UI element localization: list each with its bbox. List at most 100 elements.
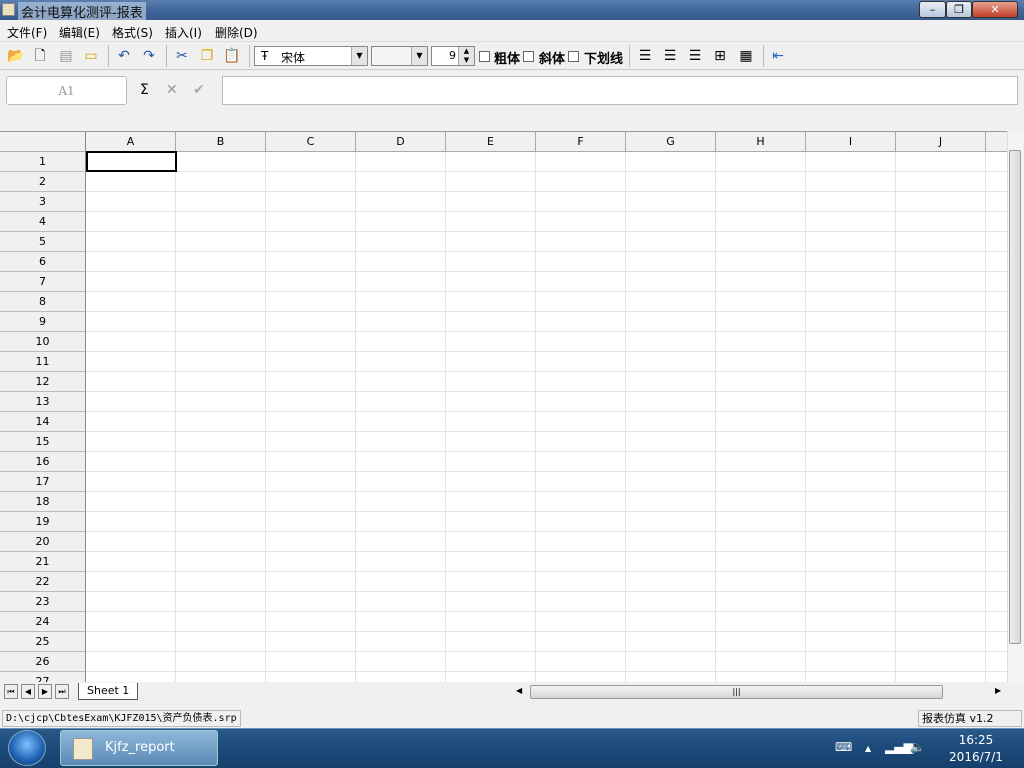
row-header-10[interactable]: 10 [0,332,86,352]
row-header-12[interactable]: 12 [0,372,86,392]
row-header-23[interactable]: 23 [0,592,86,612]
column-header-G[interactable]: G [626,132,716,152]
menu-file[interactable]: 文件(F) [7,24,47,41]
align-right-icon[interactable]: ☰ [686,47,704,65]
grid-line [86,291,1007,292]
bold-checkbox[interactable] [479,51,490,62]
keyboard-icon[interactable]: ⌨ [835,740,852,754]
volume-icon[interactable]: 🔈 [910,740,925,754]
row-header-25[interactable]: 25 [0,632,86,652]
prev-sheet-icon[interactable]: ◀ [21,684,35,699]
column-header-partial[interactable] [986,132,1007,152]
row-header-11[interactable]: 11 [0,352,86,372]
paste-icon[interactable]: 📋 [223,47,241,65]
menu-edit[interactable]: 编辑(E) [59,24,100,41]
row-header-24[interactable]: 24 [0,612,86,632]
row-header-4[interactable]: 4 [0,212,86,232]
minimize-button[interactable]: – [919,1,946,18]
column-header-B[interactable]: B [176,132,266,152]
column-header-C[interactable]: C [266,132,356,152]
last-sheet-icon[interactable]: ⏭ [55,684,69,699]
row-header-21[interactable]: 21 [0,552,86,572]
redo-icon[interactable]: ↷ [140,47,158,65]
folder-icon[interactable]: ▭ [82,47,100,65]
row-header-27[interactable]: 27 [0,672,86,682]
clock[interactable]: 16:25 2016/7/1 [936,732,1016,766]
vertical-scroll-thumb[interactable] [1009,150,1021,644]
menu-delete[interactable]: 删除(D) [215,24,258,41]
row-header-8[interactable]: 8 [0,292,86,312]
row-header-9[interactable]: 9 [0,312,86,332]
row-header-3[interactable]: 3 [0,192,86,212]
chevron-down-icon[interactable]: ▼ [351,47,367,65]
column-header-D[interactable]: D [356,132,446,152]
sheet-tab[interactable]: Sheet 1 [78,683,139,700]
font-name-select[interactable]: Ŧ 宋体 ▼ [254,46,368,66]
spreadsheet-grid[interactable]: ABCDEFGHIJ 1 2 3 4 5 6 7 8 9 10 11 12 13 14 15 16 17 18 19… [0,131,1007,682]
start-button[interactable] [8,730,46,766]
close-button[interactable]: ✕ [972,1,1018,18]
grid-line [86,671,1007,672]
column-header-A[interactable]: A [86,132,176,152]
taskbar-app-button[interactable]: Kjfz_report [60,730,218,766]
grid-line [86,411,1007,412]
column-header-F[interactable]: F [536,132,626,152]
font-size-stepper[interactable]: 9 ▲ ▼ [431,46,475,66]
cut-icon[interactable]: ✂ [173,47,191,65]
horizontal-scroll-thumb[interactable]: ||| [530,685,943,699]
grid-line [86,271,1007,272]
column-header-E[interactable]: E [446,132,536,152]
column-header-I[interactable]: I [806,132,896,152]
menu-format[interactable]: 格式(S) [112,24,153,41]
row-header-16[interactable]: 16 [0,452,86,472]
column-header-H[interactable]: H [716,132,806,152]
sum-icon[interactable]: Σ [140,82,149,98]
scroll-left-icon[interactable]: ◀ [516,686,522,695]
row-header-26[interactable]: 26 [0,652,86,672]
show-hidden-icons[interactable]: ▲ [865,744,871,753]
copy-icon[interactable]: ❐ [198,47,216,65]
accept-icon[interactable]: ✔ [193,82,205,98]
next-sheet-icon[interactable]: ▶ [38,684,52,699]
cell-reference-box[interactable]: A1 [6,76,127,105]
cancel-icon[interactable]: ✕ [166,82,178,98]
font-color-select[interactable]: ▼ [371,46,428,66]
network-icon[interactable]: ▂▄▆ [885,740,913,754]
maximize-button[interactable]: ❐ [946,1,972,18]
row-header-15[interactable]: 15 [0,432,86,452]
underline-checkbox[interactable] [568,51,579,62]
merge-cells-icon[interactable]: ⊞ [711,47,729,65]
column-header-J[interactable]: J [896,132,986,152]
open-folder-icon[interactable]: 📂 [7,47,25,65]
menu-insert[interactable]: 插入(I) [165,24,202,41]
row-header-6[interactable]: 6 [0,252,86,272]
row-header-17[interactable]: 17 [0,472,86,492]
corner-cell[interactable] [0,132,86,152]
scroll-right-icon[interactable]: ▶ [995,686,1001,695]
grid-line [86,171,1007,172]
row-header-1[interactable]: 1 [0,152,86,172]
align-left-icon[interactable]: ☰ [636,47,654,65]
table-icon[interactable]: ▦ [737,47,755,65]
selected-cell[interactable] [86,151,177,172]
row-header-2[interactable]: 2 [0,172,86,192]
italic-checkbox[interactable] [523,51,534,62]
exit-icon[interactable]: ⇤ [769,47,787,65]
row-header-13[interactable]: 13 [0,392,86,412]
row-header-7[interactable]: 7 [0,272,86,292]
undo-icon[interactable]: ↶ [115,47,133,65]
save-icon[interactable]: ▤ [57,47,75,65]
row-header-5[interactable]: 5 [0,232,86,252]
first-sheet-icon[interactable]: ⏮ [4,684,18,699]
row-header-14[interactable]: 14 [0,412,86,432]
formula-input[interactable] [222,76,1018,105]
row-header-20[interactable]: 20 [0,532,86,552]
underline-label: 下划线 [584,52,624,67]
chevron-down-icon[interactable]: ▼ [411,47,427,65]
align-center-icon[interactable]: ☰ [661,47,679,65]
new-file-icon[interactable]: 🗋 [31,47,49,65]
row-header-18[interactable]: 18 [0,492,86,512]
row-header-19[interactable]: 19 [0,512,86,532]
row-header-22[interactable]: 22 [0,572,86,592]
spinner-icon[interactable]: ▲ ▼ [458,47,474,65]
